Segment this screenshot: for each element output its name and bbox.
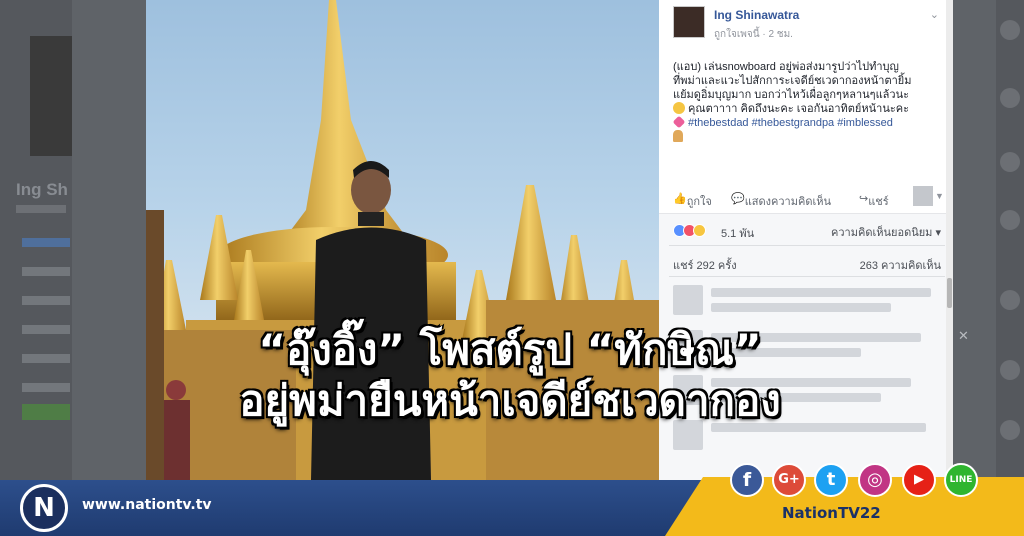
share-audience-avatar[interactable] [913,186,933,206]
post-text-line: (แอบ) เล่นsnowboard อยู่พ่อส่งมารูปว่าไป… [673,61,899,73]
blurred-comment-text [711,303,891,312]
like-button[interactable]: 👍 ถูกใจ [673,192,712,208]
post-text-line-with-emoji: คุณตาาาา คิดถึงนะคะ เจอกันอาทิตย์หน้านะค… [673,102,945,116]
background-left-column: Ing Sh [0,0,72,480]
headline-line-2: อยู่พม่ายืนหน้าเจดีย์ชเวดากอง [239,376,781,425]
panel-scrollbar[interactable] [946,0,953,480]
social-handle: NationTV22 [782,504,881,522]
website-url[interactable]: www.nationtv.tv [82,497,212,513]
reactions-count[interactable]: 5.1 พัน [721,224,754,242]
smile-emoji-icon [673,102,685,114]
background-subtitle [16,205,66,213]
google-plus-icon[interactable]: G+ [772,463,806,497]
background-avatar [30,36,72,156]
background-menu [22,238,70,412]
blurred-comment-avatar [673,285,703,315]
background-right-column [996,0,1024,480]
panel-scrollbar-thumb[interactable] [947,278,952,308]
like-label: ถูกใจ [686,196,712,208]
blurred-comment-text [711,288,931,297]
post-emoji-line [673,130,945,144]
facebook-icon[interactable]: f [730,463,764,497]
post-text: (แอบ) เล่นsnowboard อยู่พ่อส่งมารูปว่าไป… [672,60,945,144]
post-meta: ถูกใจเพจนี้ · 2 ชม. [714,29,793,40]
divider [669,245,945,246]
screenshot-stage: Ing Sh ✕ Ing Shinawatra ถูกใจเพจนี้ · 2 … [0,0,1024,536]
chevron-down-icon[interactable]: ▼ [935,191,944,201]
post-hashtags-line: #thebestdad #thebestgrandpa #imblessed [672,115,945,130]
nation-logo: N [20,484,68,532]
author-avatar[interactable] [673,6,705,38]
youtube-icon[interactable]: ▶ [902,463,936,497]
author-name[interactable]: Ing Shinawatra [714,8,799,22]
post-text-line: ที่พม่าและแวะไปสักการะเจดีย์ชเวดากองหน้า… [673,75,912,87]
close-icon[interactable]: ✕ [958,329,969,344]
line-icon[interactable]: LINE [944,463,978,497]
pray-emoji-icon [673,130,683,142]
shares-count[interactable]: แชร์ 292 ครั้ง [673,256,737,274]
logo-letter: N [33,493,55,523]
twitter-icon[interactable]: t [814,463,848,497]
instagram-icon[interactable]: ◎ [858,463,892,497]
top-comments-dropdown[interactable]: ความคิดเห็นยอดนิยม ▾ [831,223,941,241]
heart-emoji-icon [672,115,686,129]
comments-count[interactable]: 263 ความคิดเห็น [860,256,941,274]
comment-label: แสดงความคิดเห็น [744,196,832,208]
chevron-down-icon[interactable]: ⌄ [930,8,939,21]
background-page-name: Ing Sh [16,180,68,199]
share-label: แชร์ [868,196,889,208]
divider [669,276,945,277]
comment-button[interactable]: 💬 แสดงความคิดเห็น [731,192,831,208]
top-comments-label: ความคิดเห็นยอดนิยม [831,227,933,239]
background-button [22,404,70,420]
headline-line-1: “อุ๊งอิ๊ง” โพสต์รูป “ทักษิณ” [258,325,762,374]
wow-reaction-icon [693,224,706,237]
news-headline: “อุ๊งอิ๊ง” โพสต์รูป “ทักษิณ” อยู่พม่ายืน… [150,325,870,427]
post-text-line: คุณตาาาา คิดถึงนะคะ เจอกันอาทิตย์หน้านะค… [688,103,910,115]
post-text-line: แย้มดูอิ่มบุญมาก บอกว่าไหว้เผื่อลูกๆหลาน… [673,89,910,101]
post-hashtags[interactable]: #thebestdad #thebestgrandpa #imblessed [688,117,893,129]
share-button[interactable]: ↪ แชร์ [859,192,889,208]
